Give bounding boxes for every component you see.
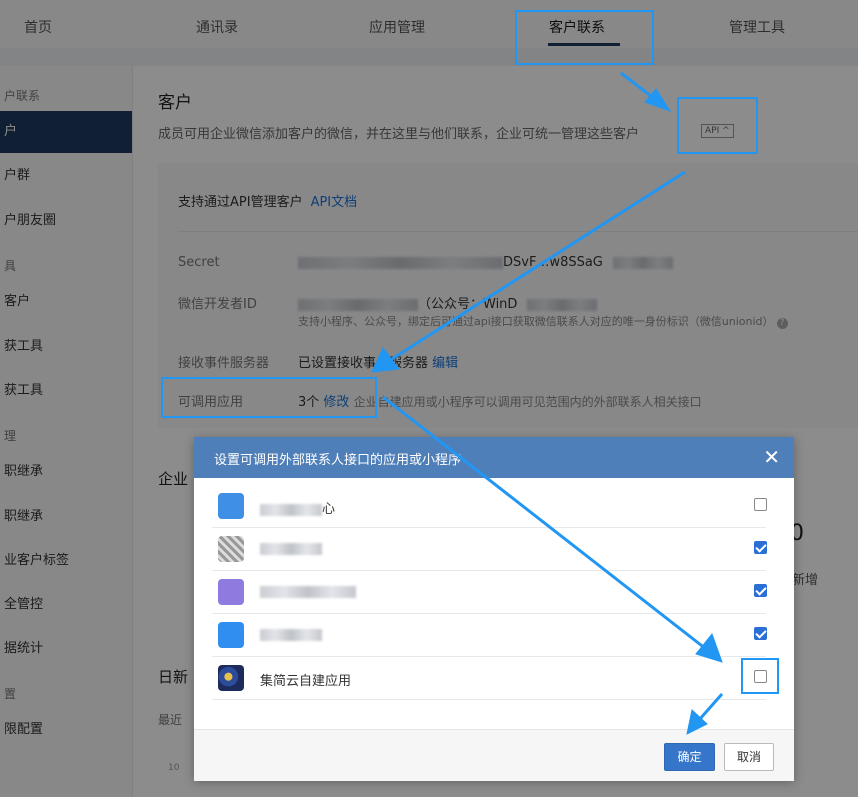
arrow-line [391, 170, 686, 361]
arrow-line [382, 395, 707, 651]
arrow-head [371, 347, 400, 373]
arrow-head [644, 88, 672, 112]
arrow-line [697, 693, 724, 721]
arrow-head [695, 632, 723, 663]
annotation-arrows [371, 71, 724, 735]
